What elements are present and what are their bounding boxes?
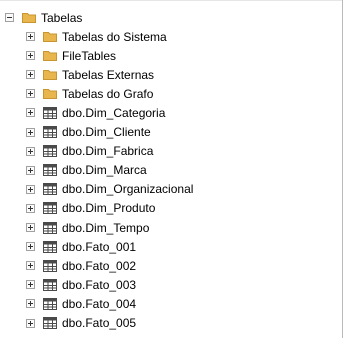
tree-node-table[interactable]: dbo.Dim_Categoria [26, 103, 165, 122]
tree-node-label: dbo.Fato_004 [62, 296, 137, 311]
tree-node-folder[interactable]: Tabelas do Sistema [26, 27, 167, 46]
tree-node-table[interactable]: dbo.Fato_004 [26, 294, 136, 313]
tree-node-label: dbo.Fato_003 [62, 277, 137, 292]
expand-icon[interactable] [26, 32, 35, 41]
collapse-icon[interactable] [5, 13, 14, 22]
folder-icon [22, 13, 36, 23]
table-icon [43, 202, 57, 215]
tree-node-label: Tabelas do Sistema [62, 29, 167, 44]
expand-icon[interactable] [26, 165, 35, 175]
table-icon [43, 317, 57, 329]
tree-node-table[interactable]: dbo.Fato_003 [26, 275, 136, 294]
expand-icon[interactable] [26, 280, 35, 290]
table-icon [43, 164, 57, 177]
tree-node-label: FileTables [62, 48, 117, 63]
expand-icon[interactable] [26, 108, 35, 118]
tree-node-folder[interactable]: Tabelas Externas [26, 65, 154, 84]
tree-node-label: dbo.Fato_001 [62, 239, 137, 254]
tree-node-label: dbo.Dim_Cliente [62, 125, 151, 139]
table-icon [43, 240, 57, 253]
folder-icon [43, 32, 57, 42]
tree-node-table[interactable]: dbo.Dim_Marca [26, 161, 147, 180]
table-icon [43, 183, 57, 196]
tree-node-table[interactable]: dbo.Dim_Organizacional [26, 180, 193, 199]
tree-node-table[interactable]: dbo.Dim_Fabrica [26, 142, 153, 161]
tree-node-label: dbo.Dim_Organizacional [62, 182, 194, 197]
expand-icon[interactable] [26, 318, 35, 328]
folder-icon [43, 89, 57, 100]
tree-node-table[interactable]: dbo.Dim_Cliente [26, 123, 151, 142]
expand-icon[interactable] [26, 299, 35, 309]
tree-node-label: dbo.Dim_Tempo [62, 220, 150, 235]
expand-icon[interactable] [26, 127, 35, 137]
object-explorer-tree: Tabelas Tabelas do Sistema FileTables Tabe… [0, 0, 342, 338]
tree-node-tabelas[interactable]: Tabelas [5, 8, 82, 27]
table-icon [43, 278, 57, 291]
top-divider [0, 0, 342, 1]
tree-node-table[interactable]: dbo.Fato_005 [26, 314, 136, 333]
folder-icon [43, 51, 57, 62]
panel-border [342, 0, 343, 338]
table-icon [43, 145, 57, 158]
tree-node-folder[interactable]: Tabelas do Grafo [26, 84, 153, 103]
tree-node-table[interactable]: dbo.Dim_Produto [26, 199, 155, 218]
tree-node-label: dbo.Dim_Marca [62, 163, 147, 178]
tree-node-label: dbo.Fato_005 [62, 316, 137, 330]
expand-icon[interactable] [26, 89, 35, 99]
table-icon [43, 221, 57, 234]
tree-node-table[interactable]: dbo.Fato_001 [26, 237, 136, 256]
expand-icon[interactable] [26, 184, 35, 194]
expand-icon[interactable] [26, 146, 35, 156]
expand-icon[interactable] [26, 51, 35, 61]
expand-icon[interactable] [26, 70, 35, 80]
tree-node-table[interactable]: dbo.Dim_Tempo [26, 218, 149, 237]
tree-node-table[interactable]: dbo.Fato_002 [26, 256, 136, 275]
tree-node-label: dbo.Dim_Fabrica [62, 144, 154, 159]
expand-icon[interactable] [26, 242, 35, 252]
folder-icon [43, 70, 57, 81]
tree-node-label: dbo.Fato_002 [62, 258, 137, 273]
table-icon [43, 259, 57, 272]
tree-node-folder[interactable]: FileTables [26, 46, 116, 65]
table-icon [43, 126, 57, 138]
tree-node-label: dbo.Dim_Produto [62, 201, 156, 216]
table-icon [43, 106, 57, 119]
expand-icon[interactable] [26, 223, 35, 232]
tree-node-label: Tabelas [41, 10, 83, 25]
tree-node-label: Tabelas Externas [62, 67, 155, 82]
expand-icon[interactable] [26, 203, 35, 213]
tree-node-label: Tabelas do Grafo [62, 86, 154, 101]
expand-icon[interactable] [26, 261, 35, 271]
table-icon [43, 297, 57, 310]
tree-node-label: dbo.Dim_Categoria [62, 105, 166, 120]
